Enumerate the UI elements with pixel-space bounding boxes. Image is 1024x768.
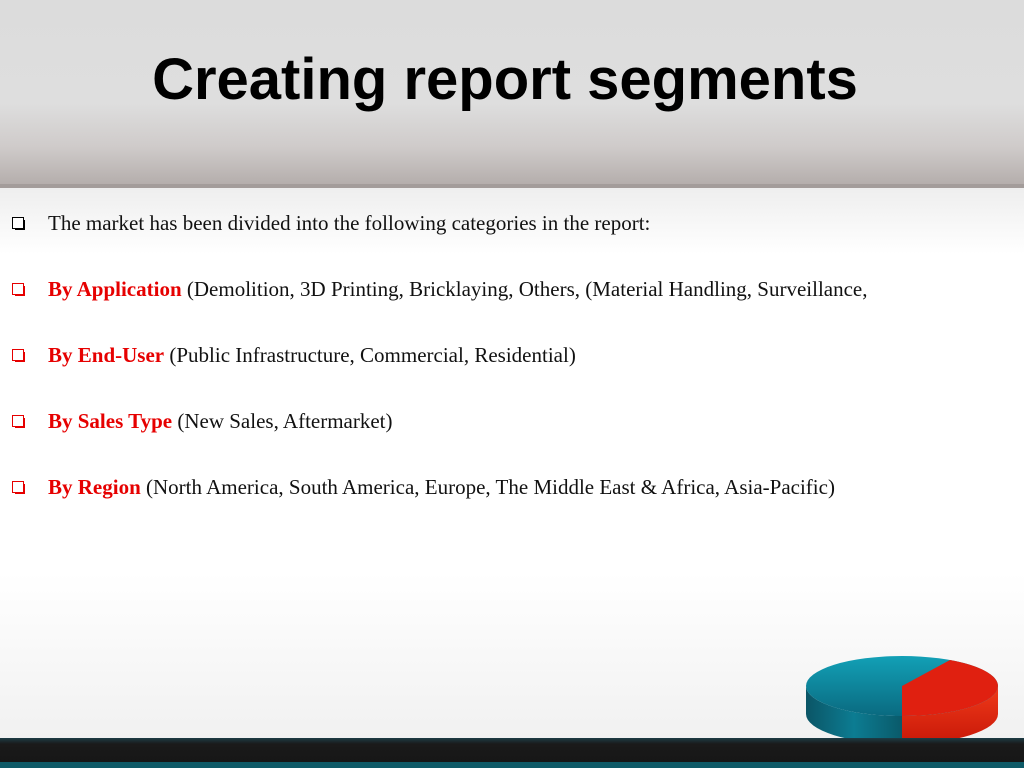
bullet-text: (Public Infrastructure, Commercial, Resi… xyxy=(164,343,576,367)
slide-title: Creating report segments xyxy=(152,47,858,112)
bullet-label: By Application xyxy=(48,277,182,301)
pie-chart-icon xyxy=(806,656,998,744)
title-band: Creating report segments xyxy=(0,0,1024,188)
bullet-text: (New Sales, Aftermarket) xyxy=(172,409,393,433)
bullet-text: The market has been divided into the fol… xyxy=(48,211,651,235)
bullet-label: By End-User xyxy=(48,343,165,367)
bullet-item-sales-type: By Sales Type (New Sales, Aftermarket) xyxy=(10,408,950,435)
checkbox-bullet-icon xyxy=(12,481,25,494)
bullet-list: The market has been divided into the fol… xyxy=(10,210,950,501)
checkbox-bullet-icon xyxy=(12,415,25,428)
bullet-label: By Sales Type xyxy=(48,409,173,433)
slide: Creating report segments The market has … xyxy=(0,0,1024,768)
bullet-text: (Demolition, 3D Printing, Bricklaying, O… xyxy=(181,277,868,301)
bullet-label: By Region xyxy=(48,475,141,499)
checkbox-bullet-icon xyxy=(12,349,25,362)
footer-accent-line xyxy=(0,762,1024,768)
checkbox-bullet-icon xyxy=(12,217,25,230)
bullet-item-intro: The market has been divided into the fol… xyxy=(10,210,950,237)
bullet-item-application: By Application (Demolition, 3D Printing,… xyxy=(10,276,950,303)
bullet-item-region: By Region (North America, South America,… xyxy=(10,474,950,501)
bullet-item-end-user: By End-User (Public Infrastructure, Comm… xyxy=(10,342,950,369)
checkbox-bullet-icon xyxy=(12,283,25,296)
bullet-text: (North America, South America, Europe, T… xyxy=(140,475,835,499)
